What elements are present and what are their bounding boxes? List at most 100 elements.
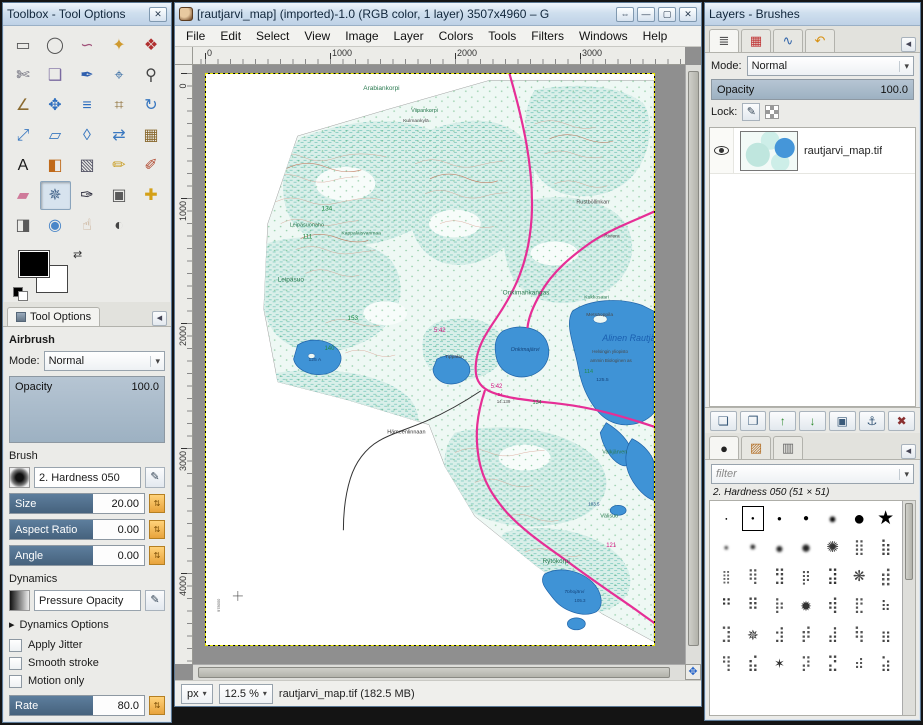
- close-button[interactable]: ✕: [149, 7, 167, 22]
- brush-item[interactable]: ⣽: [819, 562, 846, 591]
- tool-scissors-select[interactable]: ✄: [8, 61, 39, 90]
- unit-select[interactable]: px ▾: [181, 684, 213, 704]
- tab-undo-history[interactable]: ↶: [805, 29, 835, 52]
- tool-heal[interactable]: ✚: [136, 181, 167, 210]
- size-slider[interactable]: Size 20.00: [9, 493, 145, 514]
- brush-item[interactable]: ✵: [740, 620, 767, 649]
- brush-scrollbar[interactable]: [902, 501, 915, 715]
- brush-item[interactable]: ✹: [793, 591, 820, 620]
- tool-free-select[interactable]: ∽: [72, 31, 103, 60]
- tool-select-by-color[interactable]: ❖: [136, 31, 167, 60]
- menu-filters[interactable]: Filters: [524, 26, 571, 46]
- tool-shear[interactable]: ▱: [40, 121, 71, 150]
- dock-titlebar[interactable]: Layers - Brushes: [705, 3, 920, 26]
- menu-edit[interactable]: Edit: [213, 26, 248, 46]
- tool-align[interactable]: ≡: [72, 91, 103, 120]
- brush-item[interactable]: ⡾: [793, 620, 820, 649]
- brush-item[interactable]: ⡽: [793, 649, 820, 678]
- tool-flip[interactable]: ⇄: [104, 121, 135, 150]
- tab-paths[interactable]: ∿: [773, 29, 803, 52]
- menu-help[interactable]: Help: [636, 26, 675, 46]
- lock-alpha-button[interactable]: [765, 105, 779, 119]
- brush-preview-icon[interactable]: [9, 467, 30, 488]
- tool-ellipse-select[interactable]: ◯: [40, 31, 71, 60]
- tool-rotate[interactable]: ↻: [136, 91, 167, 120]
- menu-select[interactable]: Select: [249, 26, 296, 46]
- brush-item[interactable]: ⣻: [766, 562, 793, 591]
- brush-item[interactable]: ⣵: [872, 649, 899, 678]
- brush-select[interactable]: 2. Hardness 050: [34, 467, 141, 488]
- dynamics-preview-icon[interactable]: [9, 590, 30, 611]
- navigation-button[interactable]: ✥: [685, 664, 701, 680]
- tool-text[interactable]: A: [8, 151, 39, 180]
- default-colors-icon[interactable]: [13, 287, 28, 300]
- horizontal-scrollbar[interactable]: [193, 664, 685, 680]
- brush-item[interactable]: ⣿: [713, 562, 740, 591]
- zoom-select[interactable]: 12.5 % ▾: [219, 684, 273, 704]
- tool-rectangle-select[interactable]: ▭: [8, 31, 39, 60]
- tool-pencil[interactable]: ✏: [104, 151, 135, 180]
- tab-channels[interactable]: ▦: [741, 29, 771, 52]
- tool-measure[interactable]: ∠: [8, 91, 39, 120]
- size-reset-icon[interactable]: ⇅: [149, 494, 165, 513]
- horizontal-ruler[interactable]: 0100020003000: [193, 47, 685, 65]
- brush-item[interactable]: ★: [872, 504, 899, 533]
- brush-scrollbar-thumb[interactable]: [905, 503, 913, 580]
- tab-tool-options[interactable]: Tool Options: [7, 307, 100, 326]
- menu-view[interactable]: View: [297, 26, 337, 46]
- angle-reset-icon[interactable]: ⇅: [149, 546, 165, 565]
- canvas[interactable]: ArabiankorpiViipankorpiKulmankylä134Rust…: [193, 65, 685, 664]
- brush-item[interactable]: ●: [740, 533, 767, 562]
- checkbox-motion-only[interactable]: [9, 675, 22, 688]
- vertical-ruler[interactable]: 01000200030004000: [175, 65, 193, 664]
- brush-item[interactable]: ●: [819, 504, 846, 533]
- dock-menu-arrow[interactable]: ◀: [152, 311, 167, 326]
- tab-layers[interactable]: ≣: [709, 29, 739, 52]
- brush-item[interactable]: ⠿: [740, 591, 767, 620]
- brush-item[interactable]: ✶: [766, 649, 793, 678]
- tool-crop[interactable]: ⌗: [104, 91, 135, 120]
- tool-ink[interactable]: ✑: [72, 181, 103, 210]
- lower-layer-button[interactable]: ↓: [799, 411, 826, 431]
- layer-mode-select[interactable]: Normal ▾: [747, 56, 914, 76]
- menu-tools[interactable]: Tools: [481, 26, 523, 46]
- brush-item[interactable]: ●: [793, 533, 820, 562]
- tool-dodge-burn[interactable]: ◐: [104, 211, 135, 240]
- brush-item[interactable]: ●: [766, 504, 793, 533]
- tool-airbrush[interactable]: ✵: [40, 181, 71, 210]
- minimize-button[interactable]: —: [637, 7, 655, 22]
- rate-reset-icon[interactable]: ⇅: [149, 696, 165, 715]
- brush-item[interactable]: ⠾: [846, 649, 873, 678]
- brush-item[interactable]: ⢷: [846, 620, 873, 649]
- checkbox-apply-jitter[interactable]: [9, 639, 22, 652]
- brush-item[interactable]: ⣹: [713, 620, 740, 649]
- aspect-ratio-slider[interactable]: Aspect Ratio 0.00: [9, 519, 145, 540]
- brush-item[interactable]: ●: [713, 533, 740, 562]
- brush-item[interactable]: ●: [740, 504, 767, 533]
- tool-perspective-clone[interactable]: ◨: [8, 211, 39, 240]
- tool-eraser[interactable]: ▰: [8, 181, 39, 210]
- tab-gradients[interactable]: ▥: [773, 436, 803, 459]
- close-button[interactable]: ✕: [679, 7, 697, 22]
- tool-cage-transform[interactable]: ▦: [136, 121, 167, 150]
- tab-patterns[interactable]: ▨: [741, 436, 771, 459]
- menu-layer[interactable]: Layer: [387, 26, 431, 46]
- brush-item[interactable]: ⣺: [766, 620, 793, 649]
- brush-item[interactable]: ⣼: [819, 620, 846, 649]
- tool-zoom[interactable]: ⚲: [136, 61, 167, 90]
- rate-slider[interactable]: Rate 80.0: [9, 695, 145, 716]
- layer-row[interactable]: rautjarvi_map.tif: [710, 128, 915, 174]
- dynamics-select[interactable]: Pressure Opacity: [34, 590, 141, 611]
- tool-gradient[interactable]: ▧: [72, 151, 103, 180]
- brush-item[interactable]: ⠷: [872, 591, 899, 620]
- vertical-scrollbar[interactable]: [685, 65, 701, 664]
- brush-item[interactable]: ⣾: [872, 562, 899, 591]
- ruler-corner[interactable]: [175, 47, 193, 65]
- brush-filter-input[interactable]: filter ▾: [711, 464, 914, 484]
- duplicate-layer-button[interactable]: ▣: [829, 411, 856, 431]
- tool-color-picker[interactable]: ⌖: [104, 61, 135, 90]
- tool-move[interactable]: ✥: [40, 91, 71, 120]
- brush-item[interactable]: ⣝: [819, 649, 846, 678]
- image-titlebar[interactable]: [rautjarvi_map] (imported)-1.0 (RGB colo…: [175, 3, 701, 26]
- mode-select[interactable]: Normal ▾: [44, 351, 165, 371]
